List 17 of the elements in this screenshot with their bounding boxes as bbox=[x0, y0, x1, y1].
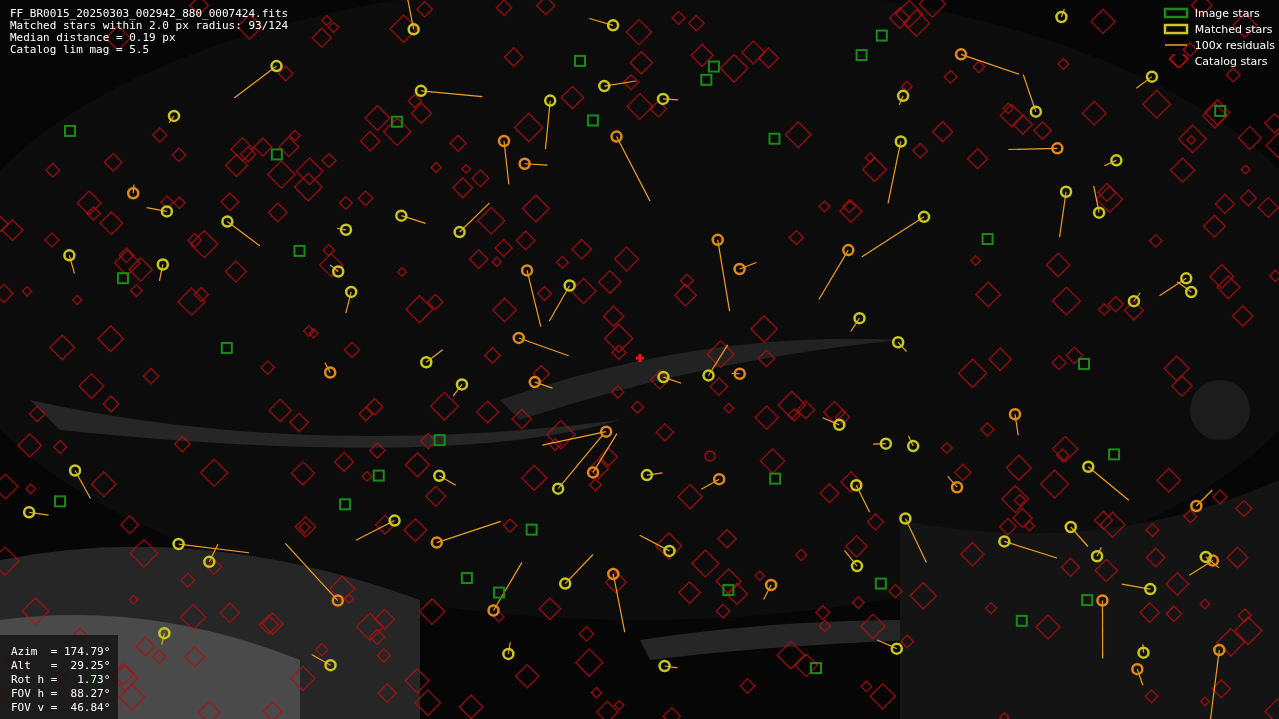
legend-label: 100x residuals bbox=[1194, 38, 1275, 52]
center-cross-icon bbox=[634, 352, 646, 364]
legend-label: Catalog stars bbox=[1194, 54, 1268, 68]
pointing-text: FOV v = 46.84° bbox=[11, 701, 111, 715]
pointing-text: Alt = 29.25° bbox=[11, 659, 111, 673]
pointing-text: FOV h = 88.27° bbox=[11, 687, 111, 701]
legend-label: Matched stars bbox=[1194, 22, 1273, 36]
legend-label: Image stars bbox=[1194, 6, 1260, 20]
info-text: FF_BR0015_20250303_002942_880_0007424.fits bbox=[10, 8, 289, 20]
pointing-text: Rot h = 1.73° bbox=[11, 673, 111, 687]
info-text: Catalog lim mag = 5.5 bbox=[10, 44, 151, 56]
info-text: Matched stars within 2.0 px radius: 93/124 bbox=[10, 20, 289, 32]
residual-line-icon bbox=[1162, 43, 1189, 47]
pointing-text: Azim = 174.79° bbox=[11, 645, 111, 659]
matched-star-symbol-icon bbox=[1162, 23, 1189, 35]
info-text: Median distance = 0.19 px bbox=[10, 32, 177, 44]
image-star-symbol-icon bbox=[1162, 7, 1189, 19]
